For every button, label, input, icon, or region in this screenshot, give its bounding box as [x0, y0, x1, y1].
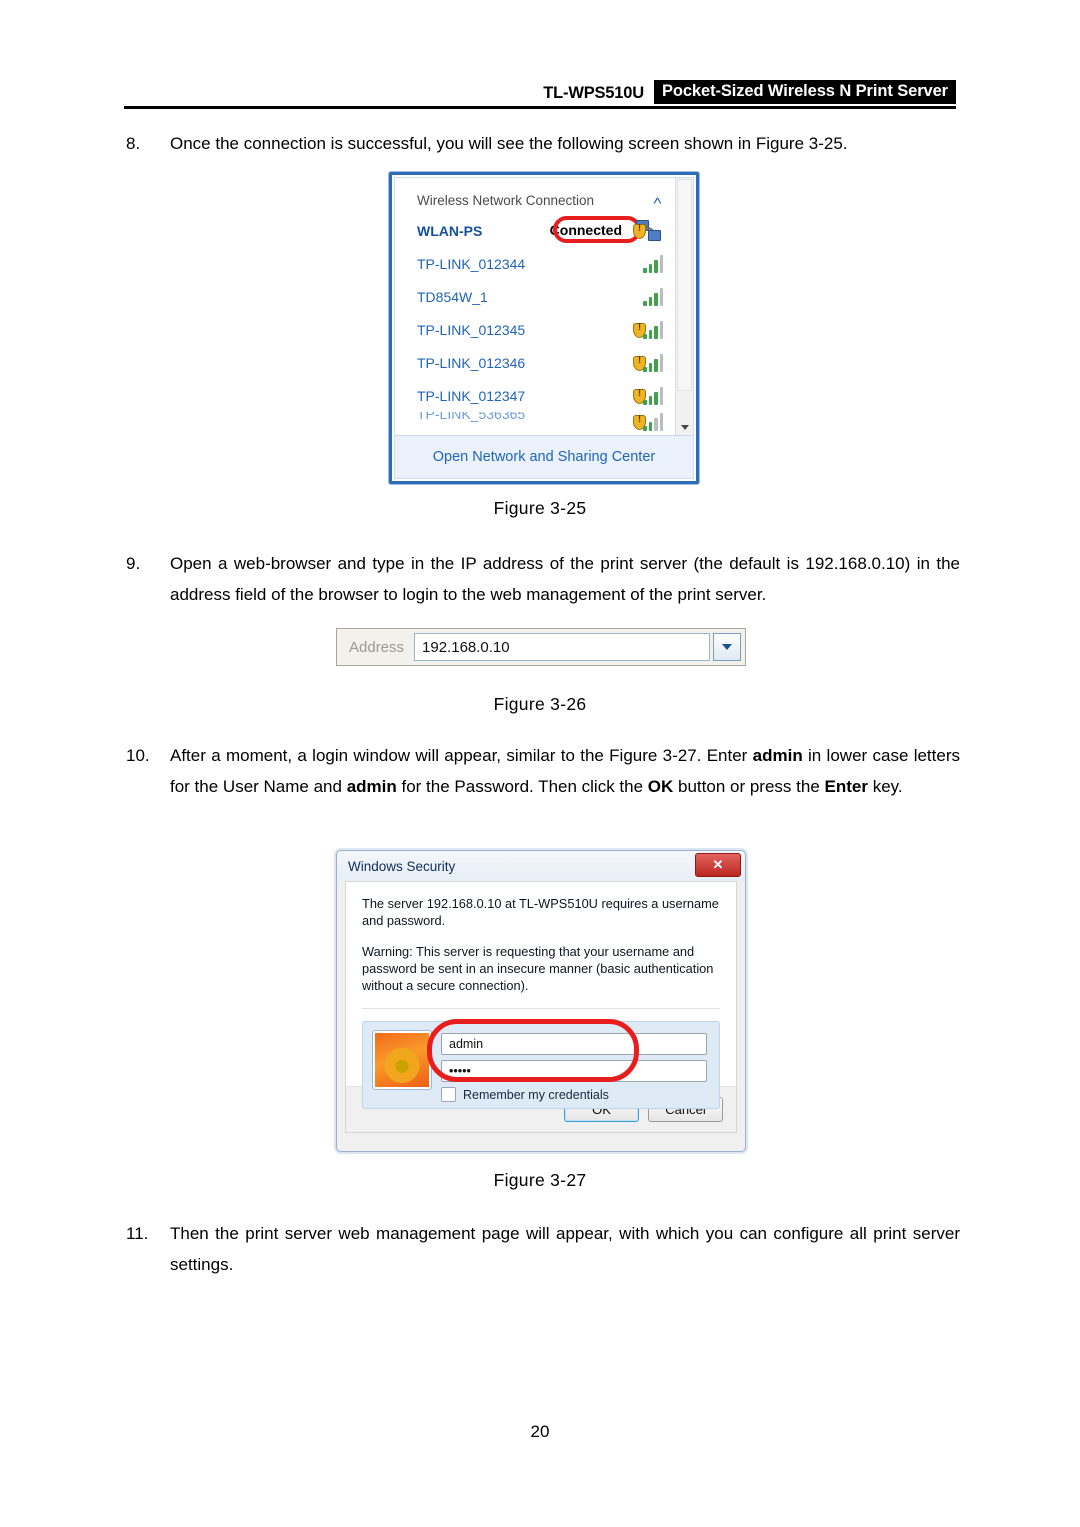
network-ssid: WLAN-PS: [417, 222, 483, 239]
signal-strength-icon: [643, 386, 663, 405]
step-item-11: 11. Then the print server web management…: [126, 1218, 960, 1280]
network-row-tp-link-012346[interactable]: TP-LINK_012346: [395, 346, 675, 379]
password-field[interactable]: •••••: [441, 1060, 707, 1082]
step-text-10: After a moment, a login window will appe…: [170, 740, 960, 802]
chevron-down-icon: [722, 644, 732, 650]
step10-part4: button or press the: [673, 777, 825, 796]
scroll-down-arrow-icon[interactable]: [680, 425, 689, 430]
figure-caption-3-27: Figure 3-27: [493, 1170, 587, 1190]
network-ssid: TD854W_1: [417, 288, 488, 305]
network-row-tp-link-012345[interactable]: TP-LINK_012345: [395, 313, 675, 346]
wireless-list-scrollbar[interactable]: [675, 178, 693, 435]
connected-network-icon-slot: [631, 219, 665, 243]
wireless-list-wrapper: Wireless Network Connection ˄ WLAN-PS Co…: [395, 178, 693, 435]
network-ssid: TP-LINK_012346: [417, 354, 526, 371]
wireless-section-header[interactable]: Wireless Network Connection ˄: [395, 187, 675, 214]
step10-part3: for the Password. Then click the: [396, 777, 648, 796]
address-input[interactable]: 192.168.0.10: [414, 633, 710, 661]
signal-icon-slot: [631, 285, 665, 309]
signal-strength-icon: [643, 412, 663, 431]
signal-strength-icon: [643, 353, 663, 372]
avatar: [372, 1030, 432, 1090]
browser-address-bar: Address 192.168.0.10: [336, 628, 746, 666]
address-dropdown-button[interactable]: [713, 633, 741, 661]
step-item-10: 10. After a moment, a login window will …: [126, 740, 960, 802]
credentials-panel: admin ••••• Remember my credentials: [362, 1019, 720, 1109]
step-text-8: Once the connection is successful, you w…: [170, 134, 848, 153]
step10-bold-ok: OK: [647, 777, 674, 796]
network-row-tp-link-012347[interactable]: TP-LINK_012347: [395, 379, 675, 412]
network-row-td854w-1[interactable]: TD854W_1: [395, 280, 675, 313]
address-bar-label: Address: [349, 638, 405, 656]
network-row-wlan-ps[interactable]: WLAN-PS Connected: [395, 214, 675, 247]
signal-strength-icon: [643, 254, 663, 273]
computer-glyph-bottom: [648, 229, 661, 241]
step-item-8: 8. Once the connection is successful, yo…: [126, 128, 960, 159]
security-warning-shield-icon: [633, 223, 646, 239]
step10-bold-admin-user: admin: [752, 746, 803, 765]
wireless-section-title: Wireless Network Connection: [417, 193, 595, 208]
dialog-divider: [362, 1008, 720, 1009]
network-ssid: TP-LINK_012347: [417, 387, 526, 404]
signal-strength-icon: [643, 320, 663, 339]
dialog-message-primary: The server 192.168.0.10 at TL-WPS510U re…: [362, 896, 719, 928]
step-item-9: 9. Open a web-browser and type in the IP…: [126, 548, 960, 610]
header-row: TL-WPS510U Pocket-Sized Wireless N Print…: [124, 78, 956, 104]
signal-strength-icon: [643, 287, 663, 306]
figure-caption-3-25: Figure 3-25: [493, 498, 587, 518]
header-divider-rule: [124, 106, 956, 109]
step10-bold-enter: Enter: [824, 777, 868, 796]
dialog-message-warning: Warning: This server is requesting that …: [362, 944, 714, 993]
remember-credentials-row[interactable]: Remember my credentials: [441, 1087, 707, 1102]
step-number-11: 11.: [126, 1224, 149, 1243]
open-network-sharing-center-label: Open Network and Sharing Center: [432, 449, 656, 465]
dialog-title-bar: Windows Security ✕: [337, 851, 745, 881]
scrollbar-thumb[interactable]: [677, 179, 692, 391]
credential-fields: admin ••••• Remember my credentials: [441, 1031, 707, 1102]
wireless-flyout-inner: Wireless Network Connection ˄ WLAN-PS Co…: [394, 177, 694, 479]
chevron-up-icon[interactable]: ˄: [653, 195, 662, 207]
network-row-tp-link-012344[interactable]: TP-LINK_012344: [395, 247, 675, 280]
connected-highlight-annotation: [553, 216, 641, 243]
step-text-9: Open a web-browser and type in the IP ad…: [170, 554, 960, 604]
username-field[interactable]: admin: [441, 1033, 707, 1055]
page-number: 20: [530, 1422, 550, 1441]
remember-credentials-checkbox[interactable]: [441, 1087, 456, 1102]
signal-icon-slot: [631, 384, 665, 408]
open-network-sharing-center-link[interactable]: Open Network and Sharing Center: [395, 435, 693, 478]
wireless-network-list: Wireless Network Connection ˄ WLAN-PS Co…: [395, 178, 675, 435]
step10-bold-admin-pass: admin: [346, 777, 397, 796]
close-icon[interactable]: ✕: [695, 853, 741, 877]
windows-security-dialog: Windows Security ✕ The server 192.168.0.…: [336, 850, 746, 1152]
page-header: TL-WPS510U Pocket-Sized Wireless N Print…: [124, 78, 956, 109]
network-row-tp-link-536365-clipped[interactable]: TP-LINK_536365: [395, 412, 675, 432]
dialog-title-text: Windows Security: [348, 858, 456, 874]
network-ssid: TP-LINK_012345: [417, 321, 526, 338]
network-ssid: TP-LINK_012344: [417, 255, 526, 272]
signal-icon-slot: [631, 412, 665, 432]
header-tagline: Pocket-Sized Wireless N Print Server: [653, 80, 956, 104]
dialog-body: The server 192.168.0.10 at TL-WPS510U re…: [345, 881, 737, 1109]
signal-icon-slot: [631, 318, 665, 342]
step-text-11: Then the print server web management pag…: [170, 1224, 960, 1274]
step10-part1: After a moment, a login window will appe…: [170, 746, 753, 765]
wireless-network-flyout: Wireless Network Connection ˄ WLAN-PS Co…: [389, 172, 699, 484]
step-number-9: 9.: [126, 554, 141, 573]
network-ssid: TP-LINK_536365: [417, 412, 526, 422]
signal-icon-slot: [631, 252, 665, 276]
remember-credentials-label: Remember my credentials: [463, 1087, 609, 1102]
signal-icon-slot: [631, 351, 665, 375]
figure-caption-3-26: Figure 3-26: [493, 694, 587, 714]
step-number-10: 10.: [126, 746, 150, 765]
header-model-name: TL-WPS510U: [543, 84, 644, 102]
step-number-8: 8.: [126, 134, 141, 153]
step10-part5: key.: [867, 777, 903, 796]
